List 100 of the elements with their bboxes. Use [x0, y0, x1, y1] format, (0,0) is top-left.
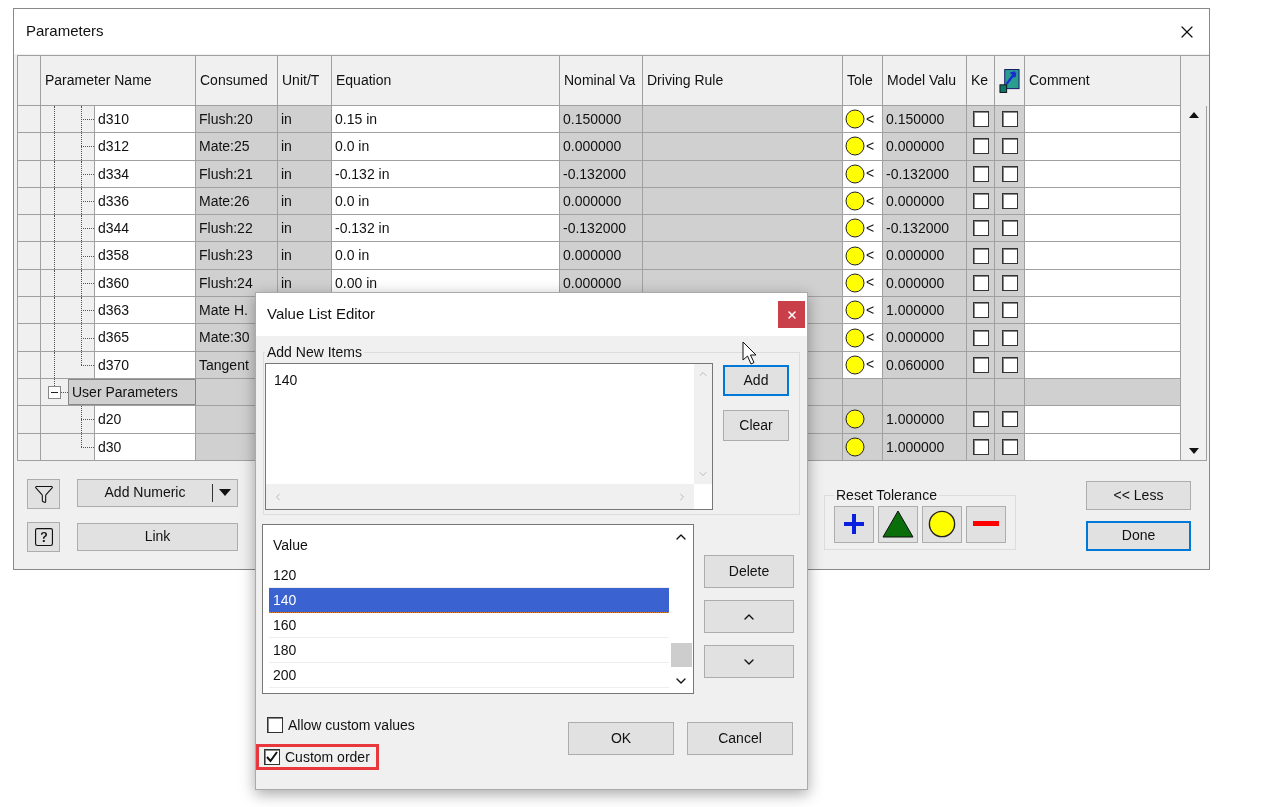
help-button[interactable]: [27, 521, 60, 552]
list-item[interactable]: 160: [269, 613, 669, 638]
comment-cell[interactable]: [1025, 106, 1181, 134]
export-checkbox[interactable]: [1001, 220, 1018, 237]
export-checkbox[interactable]: [1001, 438, 1018, 455]
comment-cell[interactable]: [1025, 133, 1181, 161]
less-button[interactable]: << Less: [1086, 480, 1191, 510]
row-header-cell[interactable]: [18, 406, 41, 434]
column-header[interactable]: Nominal Va: [560, 56, 643, 106]
row-header-cell[interactable]: [18, 324, 41, 352]
export-checkbox[interactable]: [1001, 111, 1018, 128]
column-header[interactable]: Driving Rule: [643, 56, 843, 106]
key-checkbox[interactable]: [972, 274, 989, 291]
comment-cell[interactable]: [1025, 242, 1181, 270]
comment-cell[interactable]: [1025, 406, 1181, 434]
table-cell: -0.132000: [560, 215, 643, 243]
option-checkbox[interactable]: Custom order: [256, 744, 379, 770]
export-checkbox[interactable]: [1001, 329, 1018, 346]
key-checkbox[interactable]: [972, 438, 989, 455]
export-checkbox[interactable]: [1001, 193, 1018, 210]
column-header[interactable]: Tole: [843, 56, 883, 106]
key-checkbox[interactable]: [972, 138, 989, 155]
link-arrow-icon[interactable]: [999, 67, 1020, 94]
cancel-button[interactable]: Cancel: [687, 722, 793, 755]
row-header-cell[interactable]: [18, 378, 41, 407]
done-button[interactable]: Done: [1086, 520, 1191, 551]
column-header[interactable]: Consumed: [196, 56, 278, 106]
key-checkbox[interactable]: [972, 111, 989, 128]
comment-cell[interactable]: [1025, 324, 1181, 352]
scroll-thumb[interactable]: [670, 643, 692, 667]
list-item[interactable]: 180: [269, 638, 669, 663]
row-header-cell[interactable]: [18, 297, 41, 325]
tolerance-circle-icon: [845, 245, 865, 266]
row-header-cell[interactable]: [18, 269, 41, 298]
export-checkbox[interactable]: [1001, 165, 1018, 182]
reset-triangle-button[interactable]: [878, 505, 918, 543]
key-checkbox[interactable]: [972, 220, 989, 237]
caret-icon[interactable]: [219, 489, 231, 497]
dialog-button[interactable]: Add: [723, 365, 789, 396]
comment-cell[interactable]: [1025, 160, 1181, 188]
key-checkbox[interactable]: [972, 193, 989, 210]
export-checkbox[interactable]: [1001, 138, 1018, 155]
row-header-cell[interactable]: [18, 133, 41, 161]
filter-button[interactable]: [27, 478, 60, 509]
scroll-up-icon[interactable]: [1188, 112, 1199, 118]
collapse-toggle[interactable]: [48, 385, 61, 399]
key-checkbox[interactable]: [972, 165, 989, 182]
checkbox[interactable]: [267, 717, 283, 733]
column-header[interactable]: Unit/T: [278, 56, 332, 106]
option-checkbox[interactable]: Allow custom values: [259, 712, 424, 738]
export-checkbox[interactable]: [1001, 302, 1018, 319]
scrollbar[interactable]: [1181, 106, 1207, 461]
comment-cell[interactable]: [1025, 269, 1181, 298]
row-header-cell[interactable]: [18, 160, 41, 188]
key-checkbox[interactable]: [972, 247, 989, 264]
scroll-down-icon[interactable]: [1188, 447, 1199, 454]
export-checkbox[interactable]: [1001, 274, 1018, 291]
comment-cell[interactable]: [1025, 433, 1181, 461]
comment-cell[interactable]: [1025, 187, 1181, 216]
link-button[interactable]: Link: [77, 522, 238, 551]
column-header[interactable]: Equation: [332, 56, 560, 106]
key-checkbox[interactable]: [972, 356, 989, 373]
row-header-cell[interactable]: [18, 242, 41, 270]
reset-circle-button[interactable]: [922, 505, 962, 543]
reset-minus-button[interactable]: [966, 505, 1006, 543]
tolerance-circle-icon: [845, 109, 865, 130]
comment-cell[interactable]: [1025, 297, 1181, 325]
reset-plus-button[interactable]: [834, 505, 874, 543]
column-header[interactable]: Parameter Name: [41, 56, 196, 106]
export-checkbox[interactable]: [1001, 247, 1018, 264]
list-item[interactable]: 200: [269, 663, 669, 688]
column-header[interactable]: Ke: [967, 56, 995, 106]
minus-icon: [973, 521, 999, 528]
key-checkbox[interactable]: [972, 329, 989, 346]
column-header[interactable]: Model Valu: [883, 56, 967, 106]
row-header-cell[interactable]: [18, 433, 41, 461]
dialog-button[interactable]: Clear: [723, 410, 789, 441]
row-header-cell[interactable]: [18, 351, 41, 379]
add-numeric-button[interactable]: Add Numeric: [77, 478, 238, 507]
comment-cell[interactable]: [1025, 351, 1181, 379]
tolerance-sign: <: [866, 328, 875, 347]
row-header-cell[interactable]: [18, 106, 41, 134]
export-checkbox[interactable]: [1001, 411, 1018, 428]
column-header[interactable]: Comment: [1025, 56, 1181, 106]
key-checkbox[interactable]: [972, 411, 989, 428]
comment-cell[interactable]: [1025, 215, 1181, 243]
list-item[interactable]: 140: [269, 588, 669, 613]
checkbox[interactable]: [264, 749, 280, 765]
row-header-cell[interactable]: [18, 187, 41, 216]
column-header[interactable]: [995, 56, 1025, 106]
tolerance-sign: <: [866, 300, 875, 320]
list-header: Value: [272, 535, 309, 555]
close-button[interactable]: [778, 301, 805, 328]
ok-button[interactable]: OK: [568, 722, 674, 755]
key-checkbox[interactable]: [972, 302, 989, 319]
delete-button[interactable]: Delete: [704, 555, 794, 588]
corner-header-cell[interactable]: [18, 56, 41, 106]
row-header-cell[interactable]: [18, 215, 41, 243]
value-list[interactable]: Value 120 140 160 180 200: [262, 524, 694, 694]
export-checkbox[interactable]: [1001, 356, 1018, 373]
